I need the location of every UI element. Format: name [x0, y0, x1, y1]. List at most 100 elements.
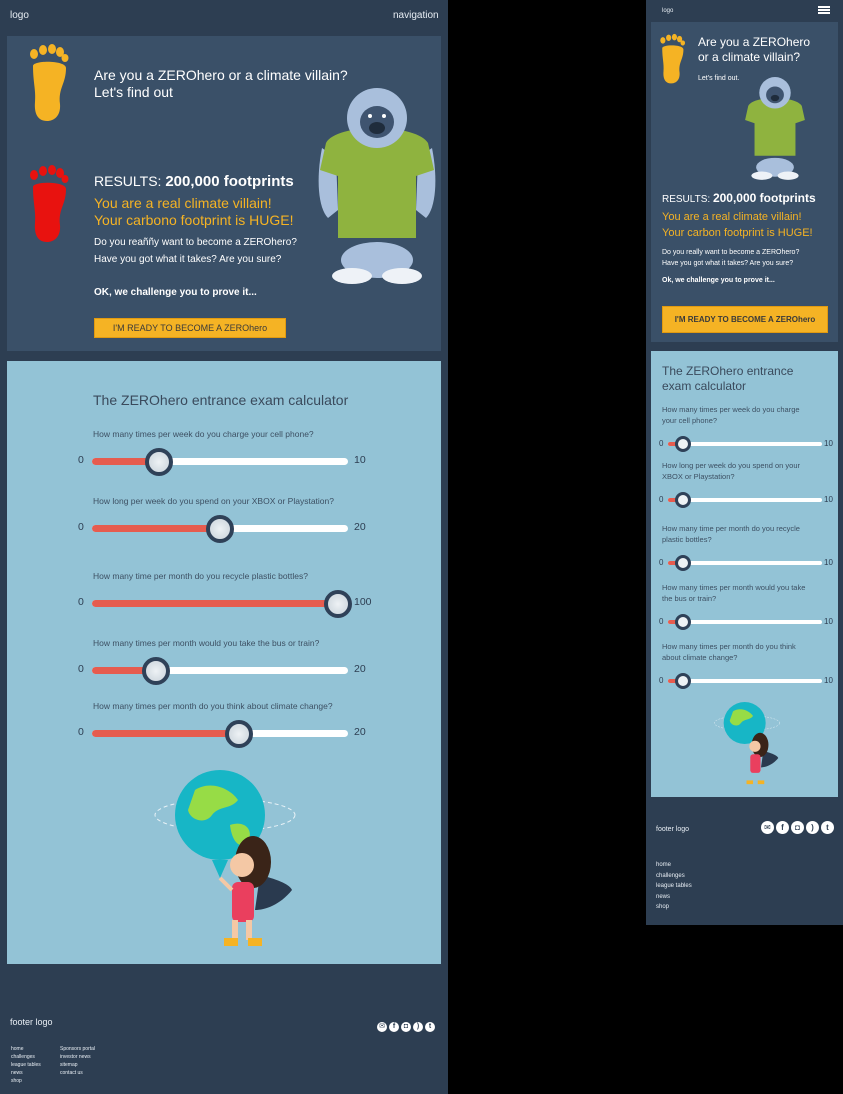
results-text: RESULTS: 200,000 footprints — [94, 173, 294, 190]
mobile-ready-button[interactable]: I'M READY TO BECOME A ZEROhero — [662, 306, 828, 333]
mobile-doubt-line-2: Have you got what it takes? Are you sure… — [662, 260, 794, 267]
instagram-icon[interactable]: ◘ — [401, 1022, 411, 1032]
mobile-question-label-2: the bus or train? — [662, 594, 717, 603]
question-label: How many times per week do you charge yo… — [93, 429, 314, 439]
mobile-question-label-1: How many times per month do you think — [662, 642, 796, 651]
mobile-calculator-title-1: The ZEROhero entrance — [662, 364, 794, 378]
mobile-villain-line-1: You are a real climate villain! — [662, 211, 802, 223]
footer-link[interactable]: league tables — [11, 1061, 41, 1069]
question-label: How long per week do you spend on your X… — [93, 496, 334, 506]
footer-link[interactable]: challenges — [11, 1053, 35, 1061]
slider-max: 20 — [354, 521, 366, 533]
yeti-illustration — [318, 88, 436, 284]
mobile-mail-icon[interactable]: ✉ — [761, 821, 774, 834]
mobile-footer-link[interactable]: news — [656, 893, 670, 901]
mobile-yeti-illustration — [745, 77, 805, 180]
question-label: How many times per month do you think ab… — [93, 701, 333, 711]
footer-logo[interactable]: footer logo — [10, 1017, 53, 1027]
mobile-slider-track[interactable] — [668, 442, 822, 446]
mobile-slider-min: 0 — [659, 617, 664, 626]
mobile-hero-question-1: Are you a ZEROhero — [698, 35, 811, 49]
mobile-slider-min: 0 — [659, 558, 664, 567]
footer-link[interactable]: investor news — [60, 1053, 91, 1061]
mobile-frame: logo Are you a ZEROhero or a climate vil… — [646, 0, 843, 925]
mobile-footer-link[interactable]: challenges — [656, 872, 685, 880]
slider-min: 0 — [78, 726, 84, 738]
slider-max: 20 — [354, 726, 366, 738]
earth-girl-illustration — [154, 770, 296, 946]
mobile-footer-link[interactable]: league tables — [656, 882, 692, 890]
slider-track[interactable] — [92, 730, 348, 737]
mobile-challenge-text: Ok, we challenge you to prove it... — [662, 277, 775, 284]
mobile-slider-max: 10 — [824, 558, 833, 567]
mobile-calculator-title-2: exam calculator — [662, 379, 747, 393]
slider-max: 100 — [354, 596, 372, 608]
slider-handle[interactable] — [323, 590, 352, 618]
footprint-yellow-icon — [30, 44, 69, 121]
logo[interactable]: logo — [10, 10, 29, 21]
footer-link[interactable]: shop — [11, 1077, 22, 1085]
slider-fill — [92, 525, 220, 532]
doubt-line-2: Have you got what it takes? Are you sure… — [94, 254, 282, 265]
mobile-slider-track[interactable] — [668, 498, 822, 502]
question-label: How many time per month do you recycle p… — [93, 571, 308, 581]
slider-min: 0 — [78, 663, 84, 675]
mobile-instagram-icon[interactable]: ◘ — [791, 821, 804, 834]
slider-handle[interactable] — [206, 515, 234, 543]
slider-fill — [92, 730, 240, 737]
footer-link[interactable]: Sponsors portal — [60, 1045, 95, 1053]
mobile-slider-track[interactable] — [668, 620, 822, 624]
mobile-footer-logo[interactable]: footer logo — [656, 826, 689, 833]
mobile-slider-min: 0 — [659, 676, 664, 685]
slider-track[interactable] — [92, 667, 348, 674]
mobile-footer-link[interactable]: home — [656, 861, 671, 869]
mobile-footprint-yellow-icon — [660, 33, 686, 84]
mobile-results-text: RESULTS: 200,000 footprints — [662, 191, 816, 205]
footer-link[interactable]: sitemap — [60, 1061, 78, 1069]
mobile-question-label-1: How many times per week do you charge — [662, 405, 800, 414]
footprint-red-icon — [30, 165, 69, 242]
slider-fill — [92, 600, 338, 607]
ready-button[interactable]: I'M READY TO BECOME A ZEROhero — [94, 318, 286, 338]
mobile-slider-min: 0 — [659, 495, 664, 504]
mobile-slider-track[interactable] — [668, 561, 822, 565]
mobile-question-label-2: plastic bottles? — [662, 535, 712, 544]
mobile-footer-link[interactable]: shop — [656, 903, 669, 911]
hero-question: Are you a ZEROhero or a climate villain? — [94, 67, 348, 83]
navigation-link[interactable]: navigation — [393, 10, 439, 21]
slider-handle[interactable] — [144, 448, 173, 476]
mobile-logo[interactable]: logo — [662, 8, 673, 14]
mobile-question-label-2: about climate change? — [662, 653, 738, 662]
slider-max: 10 — [354, 454, 366, 466]
header: logo navigation — [0, 0, 448, 30]
mobile-question-label-2: XBOX or Playstation? — [662, 472, 735, 481]
footer-link[interactable]: news — [11, 1069, 23, 1077]
mobile-twitter-icon[interactable]: t — [821, 821, 834, 834]
slider-min: 0 — [78, 454, 84, 466]
twitter-icon[interactable]: t — [425, 1022, 435, 1032]
calculator-title: The ZEROhero entrance exam calculator — [93, 392, 349, 408]
mobile-question-label-1: How many times per month would you take — [662, 583, 806, 592]
mobile-question-label-2: your cell phone? — [662, 416, 718, 425]
mobile-slider-max: 10 — [824, 439, 833, 448]
facebook-icon[interactable]: f — [389, 1022, 399, 1032]
question-label: How many times per month would you take … — [93, 638, 320, 648]
mobile-earth-girl-illustration — [714, 702, 780, 785]
mobile-results-value: 200,000 footprints — [712, 191, 816, 205]
slider-track[interactable] — [92, 458, 348, 465]
mobile-slider-max: 10 — [824, 676, 833, 685]
footer-link[interactable]: contact us — [60, 1069, 83, 1077]
mobile-slider-track[interactable] — [668, 679, 822, 683]
mobile-rss-icon[interactable]: ) — [806, 821, 819, 834]
rss-icon[interactable]: ) — [413, 1022, 423, 1032]
doubt-line-1: Do you reaññy want to become a ZEROhero? — [94, 237, 297, 248]
footer-link[interactable]: home — [11, 1045, 24, 1053]
slider-track[interactable] — [92, 600, 348, 607]
mail-icon[interactable]: ✉ — [377, 1022, 387, 1032]
mobile-villain-line-2: Your carbon footprint is HUGE! — [662, 227, 813, 239]
slider-handle[interactable] — [142, 657, 170, 685]
mobile-facebook-icon[interactable]: f — [776, 821, 789, 834]
slider-handle[interactable] — [225, 720, 254, 748]
mobile-slider-max: 10 — [824, 495, 833, 504]
mobile-slider-max: 10 — [824, 617, 833, 626]
